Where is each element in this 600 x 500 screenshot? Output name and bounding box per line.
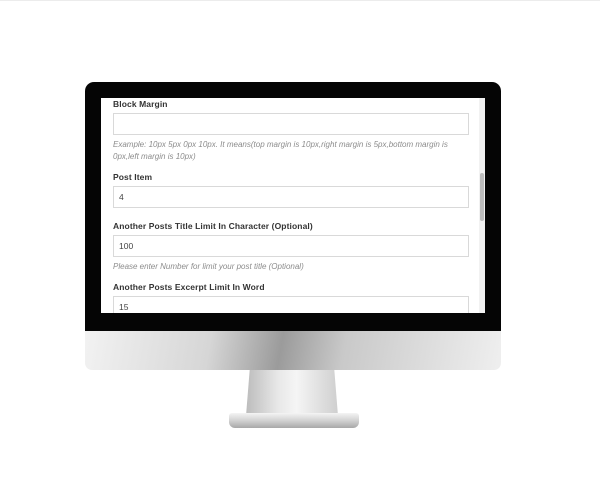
scrollbar-thumb[interactable] bbox=[480, 173, 484, 221]
top-divider bbox=[0, 0, 600, 1]
title-limit-input[interactable]: 100 bbox=[113, 235, 469, 257]
title-limit-label: Another Posts Title Limit In Character (… bbox=[113, 221, 313, 231]
post-item-input[interactable]: 4 bbox=[113, 186, 469, 208]
monitor-chin bbox=[85, 331, 501, 370]
excerpt-limit-input[interactable]: 15 bbox=[113, 296, 469, 313]
monitor-stand-neck bbox=[246, 370, 338, 416]
post-item-label: Post Item bbox=[113, 172, 153, 182]
excerpt-limit-label: Another Posts Excerpt Limit In Word bbox=[113, 282, 265, 292]
block-margin-help: Example: 10px 5px 0px 10px. It means(top… bbox=[113, 140, 448, 161]
monitor-stand-base bbox=[229, 413, 359, 428]
title-limit-help: Please enter Number for limit your post … bbox=[113, 262, 304, 271]
vertical-scrollbar[interactable] bbox=[479, 98, 485, 313]
block-margin-input[interactable] bbox=[113, 113, 469, 135]
block-margin-label: Block Margin bbox=[113, 99, 168, 109]
monitor-screen: Block Margin Example: 10px 5px 0px 10px.… bbox=[101, 98, 485, 313]
